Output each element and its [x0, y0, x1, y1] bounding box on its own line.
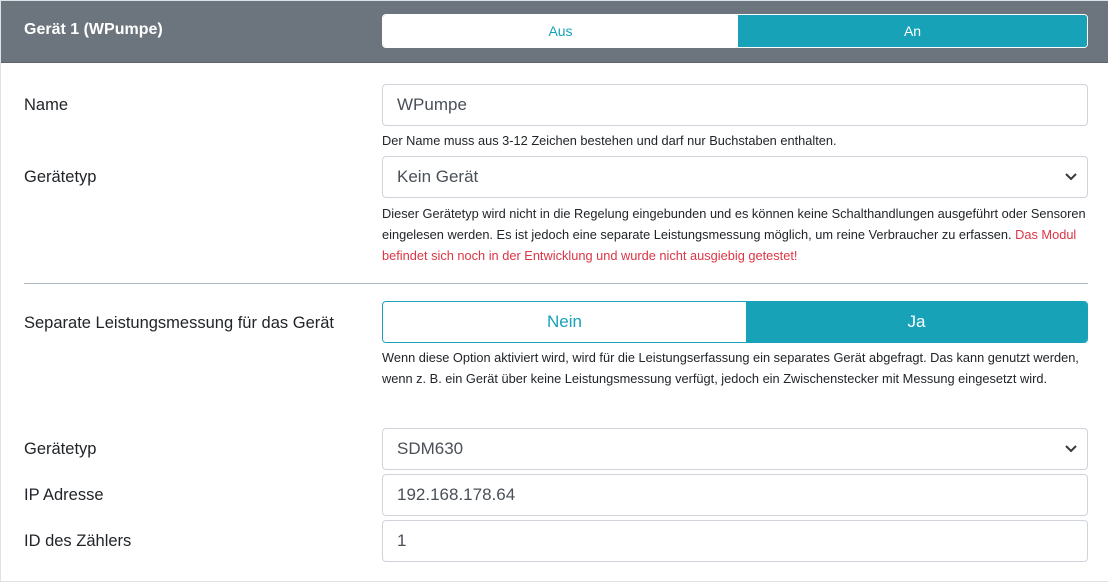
device-type-label: Gerätetyp [24, 168, 97, 186]
meter-type-label: Gerätetyp [24, 440, 97, 458]
card-title: Gerät 1 (WPumpe) [24, 21, 163, 38]
meter-id-value: 1 [397, 531, 407, 550]
meter-type-select[interactable]: SDM630 [382, 428, 1088, 470]
toggle-on-button[interactable]: An [738, 15, 1087, 47]
card-header: Gerät 1 (WPumpe) Aus An [1, 1, 1108, 63]
ip-address-input[interactable]: 192.168.178.64 [382, 474, 1088, 516]
section-divider [24, 283, 1088, 284]
name-help-text: Der Name muss aus 3-12 Zeichen bestehen … [382, 133, 837, 148]
ip-address-label: IP Adresse [24, 486, 104, 504]
separate-measurement-help-text: Wenn diese Option aktiviert wird, wird f… [382, 350, 1079, 386]
chevron-down-icon [1065, 170, 1079, 184]
separate-measurement-toggle: Nein Ja [382, 301, 1088, 343]
option-yes-button[interactable]: Ja [746, 302, 1087, 342]
device-enable-toggle: Aus An [382, 14, 1088, 48]
name-label: Name [24, 96, 69, 114]
device-type-help: Dieser Gerätetyp wird nicht in die Regel… [382, 206, 1086, 242]
name-input-value: WPumpe [397, 95, 467, 114]
meter-id-input[interactable]: 1 [382, 520, 1088, 562]
separate-measurement-label: Separate Leistungsmessung für das Gerät [24, 314, 335, 332]
chevron-down-icon [1065, 442, 1079, 456]
device-type-help-text: Dieser Gerätetyp wird nicht in die Regel… [382, 203, 1088, 266]
device-settings-card: Gerät 1 (WPumpe) Aus An Name WPumpe Der … [0, 0, 1108, 582]
device-type-selected: Kein Gerät [397, 167, 479, 186]
meter-id-label: ID des Zählers [24, 532, 132, 550]
option-no-button[interactable]: Nein [383, 302, 746, 342]
device-type-select[interactable]: Kein Gerät [382, 156, 1088, 198]
name-input[interactable]: WPumpe [382, 84, 1088, 126]
ip-address-value: 192.168.178.64 [397, 485, 516, 504]
toggle-off-button[interactable]: Aus [383, 15, 738, 47]
meter-type-selected: SDM630 [397, 439, 464, 458]
